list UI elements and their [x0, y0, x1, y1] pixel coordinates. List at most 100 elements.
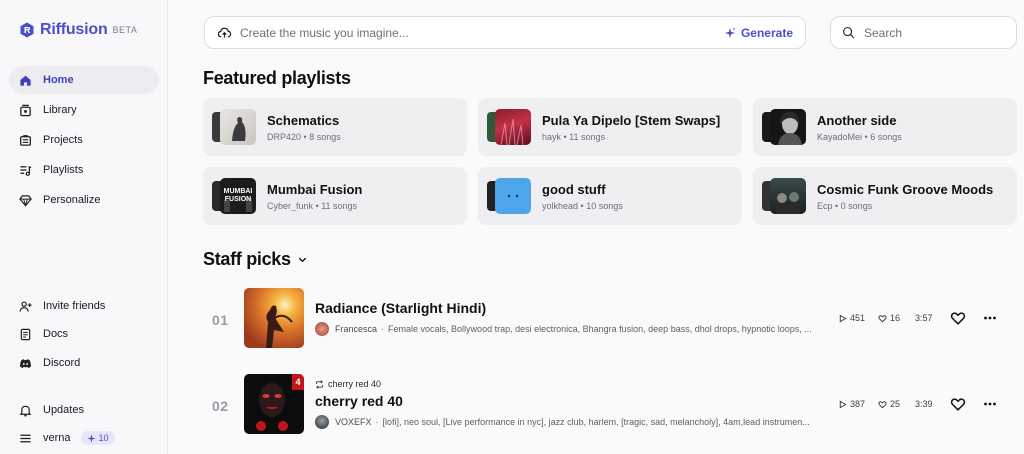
more-options-button[interactable]	[983, 311, 997, 325]
track-number: 02	[212, 398, 229, 414]
brand[interactable]: Riffusion BETA	[19, 21, 137, 39]
home-icon	[20, 75, 31, 86]
playlist-card[interactable]: Schematics DRP420 • 8 songs	[203, 98, 467, 156]
track-cover[interactable]: 4	[244, 374, 304, 434]
sidebar-item-invite-friends[interactable]: Invite friends	[9, 292, 159, 320]
cover-art-icon	[778, 111, 802, 145]
svg-text:FUSION: FUSION	[225, 196, 251, 203]
play-count: 387	[850, 399, 866, 409]
sparkle-icon	[724, 27, 736, 38]
docs-icon	[20, 328, 31, 340]
playlist-title: Pula Ya Dipelo [Stem Swaps]	[542, 112, 721, 128]
sidebar-item-docs[interactable]: Docs	[9, 320, 159, 348]
sidebar-item-label: Discord	[43, 357, 81, 369]
library-icon	[20, 104, 31, 116]
track-title[interactable]: cherry red 40	[315, 393, 403, 409]
cover-art-icon	[507, 194, 519, 198]
like-button[interactable]	[950, 396, 966, 412]
cover-art-icon: 4	[256, 374, 304, 431]
sidebar-item-label: Updates	[43, 404, 84, 416]
track-author[interactable]: VOXEFX	[335, 417, 372, 427]
remix-source-title: cherry red 40	[328, 379, 382, 389]
playlist-title: Cosmic Funk Groove Moods	[817, 181, 994, 197]
track-duration: 3:57	[915, 313, 933, 323]
sidebar-item-label: Personalize	[43, 194, 101, 206]
playlist-cover	[762, 109, 808, 145]
like-button[interactable]	[950, 310, 966, 326]
sidebar-item-label: Playlists	[43, 164, 84, 176]
sidebar-item-playlists[interactable]: Playlists	[9, 156, 159, 184]
featured-playlists-title: Featured playlists	[203, 68, 351, 88]
track-row[interactable]: 02 4 cherry red 40 cherry red 40 VOXEFX …	[204, 374, 1020, 444]
playlist-card[interactable]: Cosmic Funk Groove Moods Ecp • 0 songs	[753, 167, 1017, 225]
playlist-cover	[487, 178, 533, 214]
staff-picks-dropdown[interactable]: Staff picks	[203, 249, 308, 270]
track-meta: Francesca · Female vocals, Bollywood tra…	[315, 322, 825, 336]
track-author[interactable]: Francesca	[335, 324, 377, 334]
diamond-icon	[19, 194, 32, 207]
sidebar-item-label: Invite friends	[43, 300, 106, 312]
track-cover[interactable]	[244, 288, 304, 348]
cover-art-icon	[776, 192, 800, 214]
generate-label: Generate	[740, 25, 793, 40]
remix-source[interactable]: cherry red 40	[315, 379, 381, 389]
credits-count: 10	[98, 433, 109, 443]
track-row[interactable]: 01 Radiance (Starlight Hindi) Francesca …	[204, 288, 1020, 358]
heart-icon	[878, 314, 887, 322]
sidebar-item-label: Docs	[43, 328, 69, 340]
playlist-title: Mumbai Fusion	[267, 181, 363, 197]
avatar[interactable]	[315, 415, 329, 429]
svg-text:MUMBAI: MUMBAI	[224, 188, 253, 195]
search-bar	[830, 16, 1017, 49]
sidebar-item-label: Library	[43, 104, 77, 116]
search-input[interactable]	[864, 25, 1004, 40]
playlist-title: Another side	[817, 112, 897, 128]
more-options-button[interactable]	[983, 397, 997, 411]
sidebar-item-discord[interactable]: Discord	[9, 349, 159, 377]
track-title[interactable]: Radiance (Starlight Hindi)	[315, 300, 486, 316]
main-content: Generate Featured playlists Schematics D…	[168, 0, 1024, 454]
cloud-upload-icon[interactable]	[217, 25, 232, 40]
playlist-card[interactable]: MUMBAI FUSION Mumbai Fusion Cyber_funk • …	[203, 167, 467, 225]
sidebar-item-personalize[interactable]: Personalize	[9, 186, 159, 214]
track-duration: 3:39	[915, 399, 933, 409]
remix-icon	[315, 379, 324, 389]
playlist-title: good stuff	[542, 181, 606, 197]
playlist-meta: yolkhead • 10 songs	[542, 200, 623, 211]
cover-art-icon	[500, 118, 524, 145]
track-tags: [lofi], neo soul, [Live performance in n…	[382, 417, 810, 427]
play-icon	[839, 400, 847, 408]
sidebar-item-updates[interactable]: Updates	[9, 396, 159, 424]
playlist-meta: hayk • 11 songs	[542, 131, 606, 142]
credits-badge: 10	[80, 431, 115, 445]
menu-icon	[20, 434, 31, 442]
track-tags: Female vocals, Bollywood trap, desi elec…	[388, 324, 812, 334]
track-meta: VOXEFX · [lofi], neo soul, [Live perform…	[315, 415, 825, 429]
playlist-meta: KayadoMei • 6 songs	[817, 131, 902, 142]
cover-art-icon: MUMBAIFUSION	[224, 188, 253, 212]
prompt-input[interactable]	[240, 25, 724, 40]
playlist-meta: Cyber_funk • 11 songs	[267, 200, 358, 211]
sidebar-item-user-menu[interactable]: verna 10	[9, 424, 159, 452]
search-icon	[842, 26, 855, 39]
beta-badge: BETA	[112, 25, 138, 35]
track-stats: 451 16	[838, 313, 913, 323]
playlist-card[interactable]: good stuff yolkhead • 10 songs	[478, 167, 742, 225]
user-plus-icon	[19, 300, 32, 312]
playlist-card[interactable]: Pula Ya Dipelo [Stem Swaps] hayk • 11 so…	[478, 98, 742, 156]
playlist-card[interactable]: Another side KayadoMei • 6 songs	[753, 98, 1017, 156]
avatar[interactable]	[315, 322, 329, 336]
sidebar-item-projects[interactable]: Projects	[9, 126, 159, 154]
username: verna	[43, 432, 71, 444]
svg-text:4: 4	[295, 377, 300, 387]
projects-icon	[20, 134, 31, 146]
prompt-bar: Generate	[204, 16, 806, 49]
track-stats: 387 25	[838, 399, 913, 409]
sidebar-item-home[interactable]: Home	[9, 66, 159, 94]
sidebar-item-library[interactable]: Library	[9, 96, 159, 124]
playlist-meta: Ecp • 0 songs	[817, 200, 873, 211]
playlist-meta: DRP420 • 8 songs	[267, 131, 341, 142]
generate-button[interactable]: Generate	[724, 26, 793, 40]
playlist-cover: MUMBAI FUSION	[212, 178, 258, 214]
riffusion-logo-icon	[20, 22, 34, 38]
